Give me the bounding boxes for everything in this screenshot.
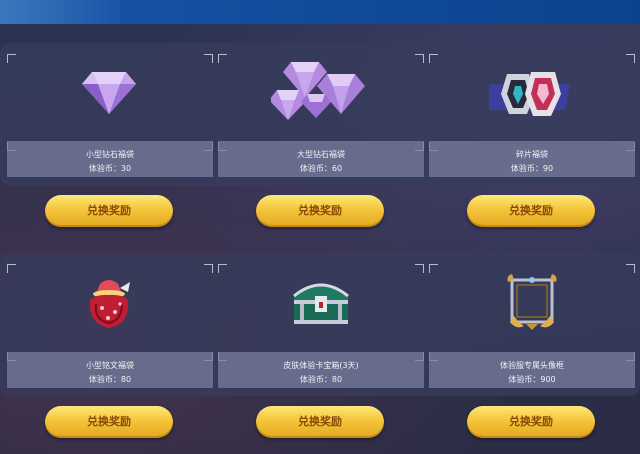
reward-label: 小型钻石福袋 体验币：30	[7, 141, 213, 177]
reward-price: 体验币：60	[299, 164, 343, 173]
reward-price: 体验币：80	[299, 375, 343, 384]
reward-price: 体验币：90	[510, 164, 554, 173]
reward-card	[218, 264, 424, 361]
redeem-button[interactable]: 兑换奖励	[45, 406, 173, 438]
treasure-chest-icon	[293, 283, 349, 324]
small-diamond-icon	[82, 72, 136, 114]
diamonds-pile-icon	[271, 62, 365, 120]
reward-name: 体验服专属头像框	[500, 361, 564, 370]
reward-label: 碎片福袋 体验币：90	[429, 141, 635, 177]
avatar-frame-icon	[507, 274, 557, 330]
reward-card	[429, 54, 635, 151]
redeem-button[interactable]: 兑换奖励	[467, 195, 595, 227]
reward-name: 大型钻石福袋	[297, 150, 345, 159]
reward-card	[7, 264, 213, 361]
redeem-button[interactable]: 兑换奖励	[256, 406, 384, 438]
reward-name: 小型钻石福袋	[86, 150, 134, 159]
reward-card	[429, 264, 635, 361]
red-pouch-icon	[89, 280, 130, 328]
top-bar-decoration	[0, 0, 120, 24]
reward-label: 小型铭文福袋 体验币：80	[7, 352, 213, 388]
reward-label: 大型钻石福袋 体验币：60	[218, 141, 424, 177]
reward-name: 碎片福袋	[516, 150, 548, 159]
reward-card	[218, 54, 424, 151]
reward-label: 皮肤体验卡宝箱(3天) 体验币：80	[218, 352, 424, 388]
redeem-button[interactable]: 兑换奖励	[45, 195, 173, 227]
reward-label: 体验服专属头像框 体验币：900	[429, 352, 635, 388]
reward-price: 体验币：80	[88, 375, 132, 384]
hero-fragments-icon	[489, 72, 570, 116]
redeem-button[interactable]: 兑换奖励	[256, 195, 384, 227]
reward-card	[7, 54, 213, 151]
reward-price: 体验币：30	[88, 164, 132, 173]
top-bar	[0, 0, 640, 24]
redeem-button[interactable]: 兑换奖励	[467, 406, 595, 438]
reward-name: 皮肤体验卡宝箱(3天)	[283, 361, 359, 370]
reward-name: 小型铭文福袋	[86, 361, 134, 370]
reward-price: 体验币：900	[508, 375, 556, 384]
